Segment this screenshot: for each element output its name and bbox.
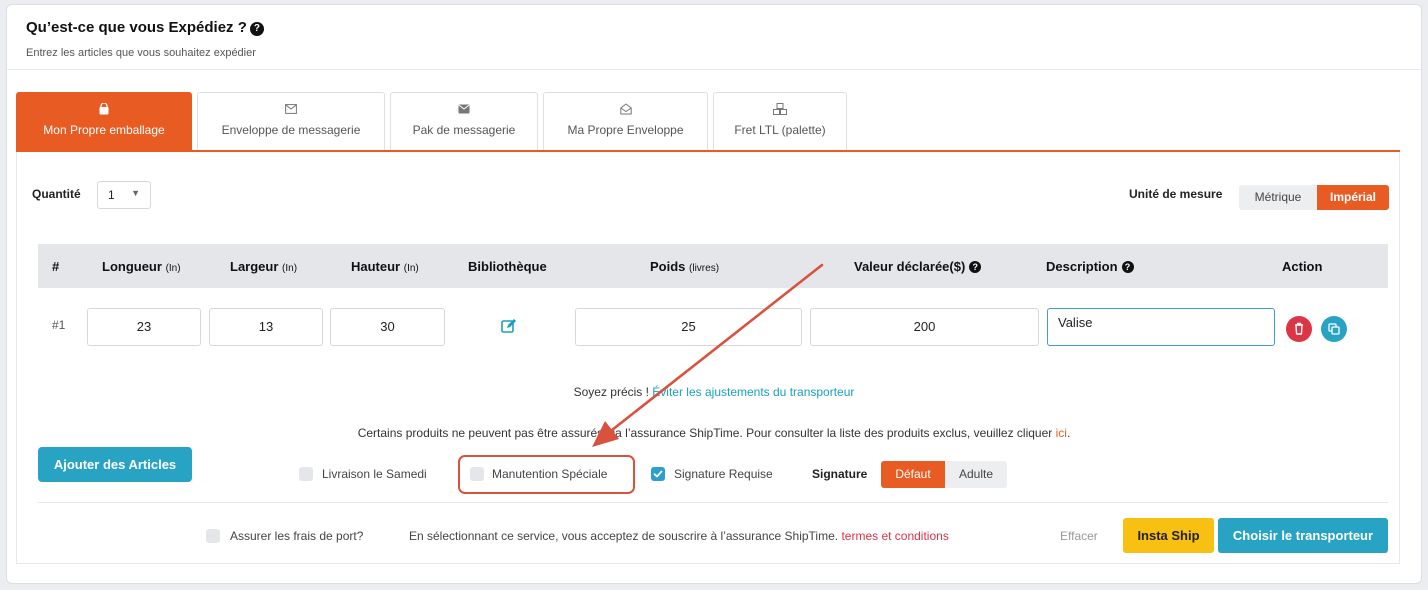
help-icon[interactable]: ?: [969, 261, 982, 273]
declared-value-input[interactable]: 200: [810, 308, 1039, 346]
precise-notice: Soyez précis ! Éviter les ajustements du…: [573, 385, 855, 399]
add-items-button[interactable]: Ajouter des Articles: [38, 447, 192, 482]
trash-icon: [1295, 322, 1303, 335]
col-declared-value: Valeur déclarée($)?: [854, 259, 982, 274]
delete-row-button[interactable]: [1286, 316, 1312, 342]
tab-courier-envelope[interactable]: Enveloppe de messagerie: [197, 92, 385, 150]
insurance-terms-text: En sélectionnant ce service, vous accept…: [409, 529, 949, 543]
page-subtitle: Entrez les articles que vous souhaitez e…: [26, 47, 256, 59]
caret-down-icon: ▼: [131, 188, 140, 198]
envelope-outline-icon: [198, 103, 384, 117]
card-header: Qu’est-ce que vous Expédiez ?? Entrez le…: [6, 4, 1422, 70]
signature-label: Signature: [812, 467, 868, 481]
excluded-products-link[interactable]: ici: [1056, 426, 1067, 440]
col-length: Longueur (In): [102, 259, 181, 274]
weight-input[interactable]: 25: [575, 308, 802, 346]
edit-library-icon[interactable]: [501, 318, 517, 339]
help-icon[interactable]: ?: [1121, 261, 1134, 273]
help-icon[interactable]: ?: [249, 22, 264, 36]
envelope-open-icon: [544, 103, 707, 117]
choose-carrier-button[interactable]: Choisir le transporteur: [1218, 518, 1388, 553]
col-num: #: [52, 259, 60, 274]
row-number: #1: [52, 318, 66, 332]
col-width: Largeur (In): [230, 259, 298, 274]
saturday-label: Livraison le Samedi: [322, 467, 427, 481]
length-input[interactable]: 23: [87, 308, 201, 346]
divider: [38, 502, 1388, 503]
imperial-button[interactable]: Impérial: [1317, 185, 1389, 210]
insure-shipping-label: Assurer les frais de port?: [230, 529, 364, 543]
clear-button[interactable]: Effacer: [1060, 529, 1098, 543]
checkmark-icon: [653, 470, 663, 478]
tab-own-envelope[interactable]: Ma Propre Enveloppe: [543, 92, 708, 150]
cubes-icon: [714, 103, 846, 117]
copy-icon: [1328, 323, 1340, 335]
quantity-label: Quantité: [32, 187, 81, 201]
metric-button[interactable]: Métrique: [1239, 185, 1317, 210]
signature-required-checkbox[interactable]: [651, 467, 665, 481]
width-input[interactable]: 13: [209, 308, 323, 346]
terms-link[interactable]: termes et conditions: [841, 529, 948, 543]
col-action: Action: [1282, 259, 1323, 274]
package-type-tabs: Mon Propre emballage Enveloppe de messag…: [16, 92, 1400, 152]
col-height: Hauteur (In): [351, 259, 419, 274]
insta-ship-button[interactable]: Insta Ship: [1123, 518, 1214, 553]
saturday-checkbox[interactable]: [299, 467, 313, 481]
items-table-header: # Longueur (In) Largeur (In) Hauteur (In…: [38, 244, 1388, 288]
description-input[interactable]: Valise: [1047, 308, 1275, 346]
signature-adult-button[interactable]: Adulte: [945, 461, 1007, 488]
page-title: Qu’est-ce que vous Expédiez ??: [26, 19, 264, 36]
bag-icon: [17, 102, 191, 117]
tab-courier-pak[interactable]: Pak de messagerie: [390, 92, 538, 150]
annotation-highlight-box: [458, 455, 635, 494]
height-input[interactable]: 30: [330, 308, 445, 346]
signature-required-label: Signature Requise: [674, 467, 773, 481]
signature-default-button[interactable]: Défaut: [881, 461, 945, 488]
insure-shipping-checkbox[interactable]: [206, 529, 220, 543]
tab-own-packaging[interactable]: Mon Propre emballage: [16, 92, 192, 150]
col-weight: Poids (livres): [650, 259, 720, 274]
adjustments-link[interactable]: Éviter les ajustements du transporteur: [652, 385, 854, 399]
unit-label: Unité de mesure: [1129, 187, 1223, 201]
envelope-solid-icon: [391, 103, 537, 117]
tab-ltl-freight[interactable]: Fret LTL (palette): [713, 92, 847, 150]
insurance-exclusion-notice: Certains produits ne peuvent pas être as…: [357, 426, 1071, 440]
duplicate-row-button[interactable]: [1321, 316, 1347, 342]
col-library: Bibliothèque: [468, 259, 547, 274]
quantity-select[interactable]: 1 ▼: [97, 181, 151, 209]
col-description: Description?: [1046, 259, 1134, 274]
